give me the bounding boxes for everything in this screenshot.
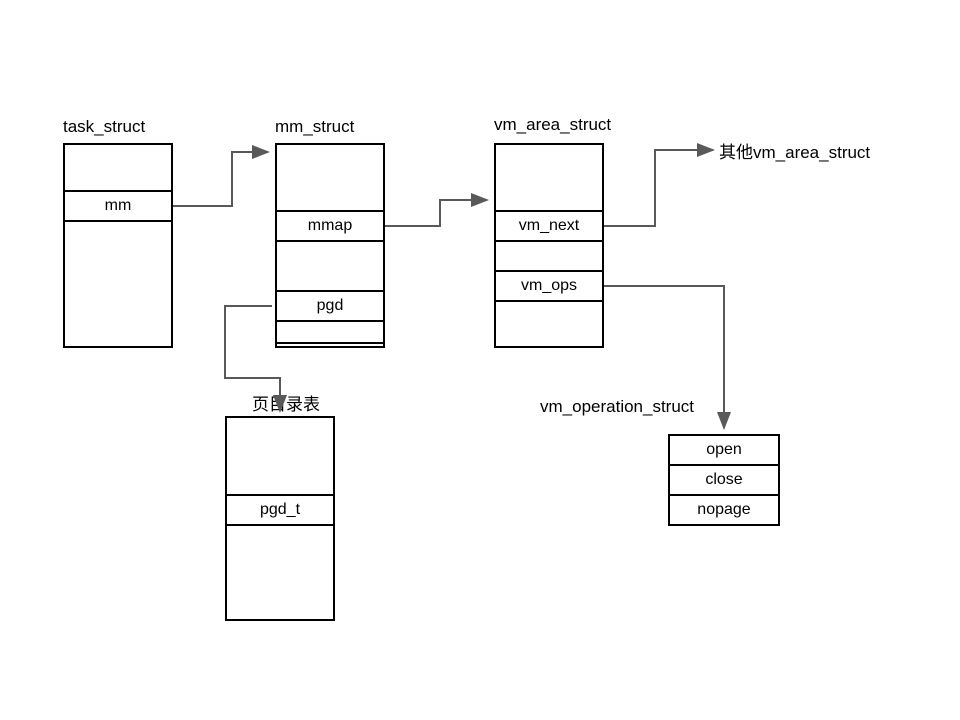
field-mmap: mmap xyxy=(275,210,385,242)
arrow-mmap-to-vmarea xyxy=(385,200,487,226)
field-open: open xyxy=(668,434,780,466)
label-task-struct: task_struct xyxy=(63,117,145,137)
box-vm-area-struct xyxy=(494,143,604,348)
field-nopage: nopage xyxy=(668,494,780,526)
field-pgd-t: pgd_t xyxy=(225,494,335,526)
field-vm-next: vm_next xyxy=(494,210,604,242)
field-mm: mm xyxy=(63,190,173,222)
arrow-mm-to-mmstruct xyxy=(173,152,268,206)
label-mm-struct: mm_struct xyxy=(275,117,354,137)
box-task-struct xyxy=(63,143,173,348)
arrows-layer xyxy=(0,0,960,720)
label-page-dir-table: 页目录表 xyxy=(252,390,320,415)
label-vm-operation-struct: vm_operation_struct xyxy=(540,397,694,417)
field-close: close xyxy=(668,464,780,496)
arrow-vmnext-to-other xyxy=(604,150,713,226)
label-other-vm-area: 其他vm_area_struct xyxy=(719,138,870,163)
field-pgd: pgd xyxy=(275,290,385,322)
label-vm-area-struct: vm_area_struct xyxy=(494,115,611,135)
box-mm-struct-slot xyxy=(275,336,385,344)
field-vm-ops: vm_ops xyxy=(494,270,604,302)
